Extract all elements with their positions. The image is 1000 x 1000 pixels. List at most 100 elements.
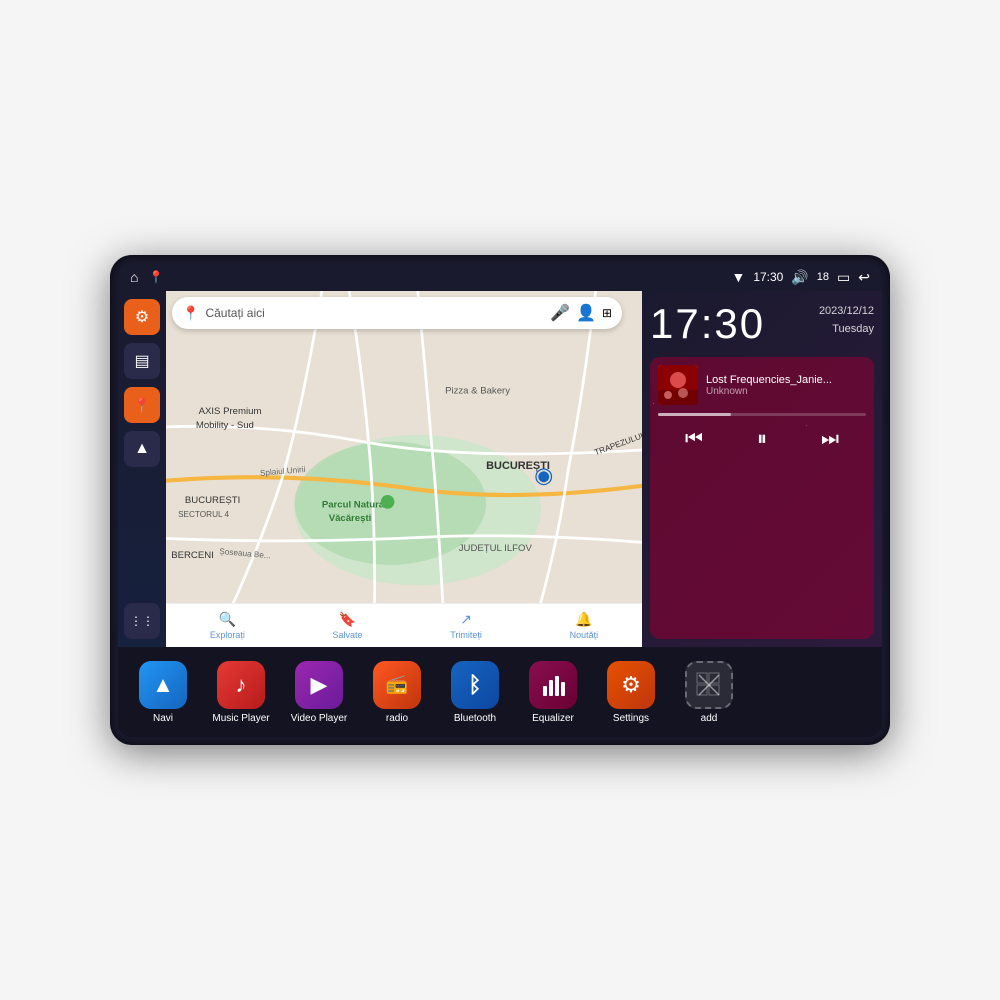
map-nav-saved[interactable]: 🔖 Salvate [333, 611, 363, 640]
battery-icon: ▭ [837, 269, 850, 286]
music-controls: ⏮ ⏸ ⏭ [658, 424, 866, 455]
music-info-row: Lost Frequencies_Janie... Unknown [658, 365, 866, 405]
car-head-unit: ⌂ 📍 ▼ 17:30 🔊 18 ▭ ↩ [110, 255, 890, 745]
navi-symbol: ▲ [152, 672, 174, 698]
next-button[interactable]: ⏭ [817, 424, 843, 455]
screen: ⌂ 📍 ▼ 17:30 🔊 18 ▭ ↩ [118, 263, 882, 737]
saved-label: Salvate [333, 630, 363, 640]
clock-date-row: 17:30 2023/12/12 Tuesday [650, 299, 874, 349]
app-radio[interactable]: 📻 radio [360, 661, 434, 724]
share-icon: ↗ [460, 611, 472, 628]
settings-label: Settings [613, 713, 649, 724]
settings-icon: ⚙ [135, 307, 149, 327]
svg-text:Pizza & Bakery: Pizza & Bakery [445, 386, 510, 397]
app-equalizer[interactable]: Equalizer [516, 661, 590, 724]
app-navi[interactable]: ▲ Navi [126, 661, 200, 724]
app-settings[interactable]: ⚙ Settings [594, 661, 668, 724]
right-panel: 17:30 2023/12/12 Tuesday [642, 291, 882, 647]
location-icon[interactable]: 📍 [148, 270, 163, 284]
menu-icon: ▤ [134, 351, 149, 371]
map-area: BUCUREȘTI JUDEȚUL ILFOV BERCENI BUCUREȘT… [166, 291, 642, 647]
map-nav-share[interactable]: ↗ Trimiteți [450, 611, 482, 640]
settings-app-icon: ⚙ [607, 661, 655, 709]
svg-text:JUDEȚUL ILFOV: JUDEȚUL ILFOV [459, 543, 533, 554]
bluetooth-symbol: ᛒ [468, 672, 481, 698]
bluetooth-icon: ᛒ [451, 661, 499, 709]
prev-button[interactable]: ⏮ [681, 424, 707, 455]
music-symbol: ♪ [236, 672, 247, 698]
pause-button[interactable]: ⏸ [753, 424, 771, 455]
sidebar: ⚙ ▤ 📍 ▲ ⋮⋮ [118, 291, 166, 647]
news-icon: 🔔 [575, 611, 592, 628]
sidebar-btn-nav[interactable]: ▲ [124, 431, 160, 467]
navi-icon: ▲ [139, 661, 187, 709]
music-artist: Unknown [706, 386, 866, 397]
svg-text:Văcărești: Văcărești [329, 513, 372, 524]
music-player-icon: ♪ [217, 661, 265, 709]
svg-text:SECTORUL 4: SECTORUL 4 [178, 510, 229, 519]
app-bluetooth[interactable]: ᛒ Bluetooth [438, 661, 512, 724]
date-line1: 2023/12/12 [819, 303, 874, 321]
apps-grid-icon: ⋮⋮ [130, 614, 154, 628]
map-nav-explore[interactable]: 🔍 Explorați [210, 611, 245, 640]
music-text: Lost Frequencies_Janie... Unknown [706, 374, 866, 397]
main-content: ⚙ ▤ 📍 ▲ ⋮⋮ [118, 291, 882, 737]
search-placeholder[interactable]: Căutați aici [205, 306, 544, 320]
radio-icon: 📻 [373, 661, 421, 709]
radio-symbol: 📻 [386, 674, 408, 695]
add-label: add [701, 713, 718, 724]
sidebar-btn-menu[interactable]: ▤ [124, 343, 160, 379]
map-svg: BUCUREȘTI JUDEȚUL ILFOV BERCENI BUCUREȘT… [166, 291, 642, 647]
back-icon[interactable]: ↩ [858, 269, 870, 286]
home-icon[interactable]: ⌂ [130, 269, 138, 285]
map-search-bar[interactable]: 📍 Căutați aici 🎤 👤 ⊞ [172, 297, 622, 329]
svg-text:BERCENI: BERCENI [171, 550, 214, 561]
status-left-icons: ⌂ 📍 [130, 269, 163, 285]
navi-label: Navi [153, 713, 173, 724]
album-art-image [658, 365, 698, 405]
map-nav-news[interactable]: 🔔 Noutăți [570, 611, 599, 640]
music-player-label: Music Player [212, 713, 269, 724]
bluetooth-label: Bluetooth [454, 713, 496, 724]
svg-text:Mobility - Sud: Mobility - Sud [196, 420, 254, 431]
eq-symbol [540, 672, 566, 698]
status-time: 17:30 [753, 270, 783, 284]
battery-level: 18 [817, 271, 829, 283]
radio-label: radio [386, 713, 408, 724]
app-add[interactable]: add [672, 661, 746, 724]
explore-icon: 🔍 [219, 611, 236, 628]
mic-icon[interactable]: 🎤 [550, 303, 570, 323]
app-music-player[interactable]: ♪ Music Player [204, 661, 278, 724]
progress-bar[interactable] [658, 413, 866, 416]
share-label: Trimiteți [450, 630, 482, 640]
content-row: ⚙ ▤ 📍 ▲ ⋮⋮ [118, 291, 882, 647]
sidebar-btn-apps[interactable]: ⋮⋮ [124, 603, 160, 639]
news-label: Noutăți [570, 630, 599, 640]
date-line2: Tuesday [819, 321, 874, 339]
volume-icon: 🔊 [791, 269, 808, 286]
saved-icon: 🔖 [339, 611, 356, 628]
app-video-player[interactable]: ▶ Video Player [282, 661, 356, 724]
clock-display: 17:30 [650, 303, 765, 345]
sidebar-btn-map[interactable]: 📍 [124, 387, 160, 423]
equalizer-icon [529, 661, 577, 709]
music-card: Lost Frequencies_Janie... Unknown ⏮ ⏸ ⏭ [650, 357, 874, 639]
sidebar-btn-settings[interactable]: ⚙ [124, 299, 160, 335]
music-title: Lost Frequencies_Janie... [706, 374, 866, 386]
map-bottom-bar: 🔍 Explorați 🔖 Salvate ↗ Trimiteți 🔔 [166, 603, 642, 647]
wifi-signal-icon: ▼ [731, 269, 745, 285]
svg-text:◉: ◉ [534, 463, 553, 488]
status-right-icons: ▼ 17:30 🔊 18 ▭ ↩ [731, 269, 870, 286]
layers-icon[interactable]: ⊞ [602, 306, 612, 320]
account-icon[interactable]: 👤 [576, 303, 596, 323]
add-icon [685, 661, 733, 709]
map-icon: 📍 [133, 397, 150, 414]
progress-bar-fill [658, 413, 731, 416]
svg-text:Parcul Natural: Parcul Natural [322, 499, 387, 510]
album-art [658, 365, 698, 405]
svg-text:BUCUREȘTI: BUCUREȘTI [185, 495, 240, 506]
date-display: 2023/12/12 Tuesday [819, 303, 874, 338]
settings-symbol: ⚙ [621, 672, 641, 698]
video-player-icon: ▶ [295, 661, 343, 709]
add-symbol [696, 672, 722, 698]
